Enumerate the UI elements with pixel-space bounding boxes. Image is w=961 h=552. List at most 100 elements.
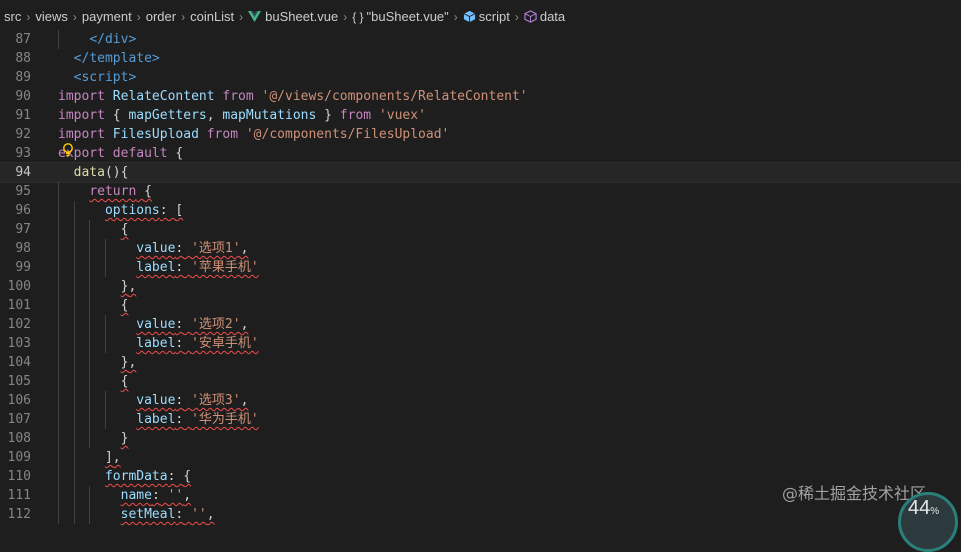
chevron-right-icon: ›	[72, 9, 77, 24]
line-number: 99	[15, 260, 31, 275]
line-number: 94	[15, 165, 31, 180]
code-editor[interactable]: 87 </div> 88 </template> 89 <script> 90 impo…	[0, 30, 961, 524]
breadcrumb-item-views[interactable]: views	[35, 9, 68, 24]
breadcrumb-item-file[interactable]: buSheet.vue	[248, 9, 338, 24]
code-text: setMeal: '',	[120, 507, 215, 522]
chevron-right-icon: ›	[136, 9, 141, 24]
line-number: 92	[15, 127, 31, 142]
line-number: 106	[7, 393, 31, 408]
code-line[interactable]: 104 },	[0, 353, 961, 372]
code-text: }	[120, 431, 129, 446]
line-number: 91	[15, 108, 31, 123]
chevron-right-icon: ›	[181, 9, 186, 24]
line-number: 88	[15, 51, 31, 66]
code-text: {	[120, 374, 129, 389]
code-line[interactable]: 106 value: '选项3',	[0, 391, 961, 410]
line-number: 89	[15, 70, 31, 85]
breadcrumb: src › views › payment › order › coinList…	[0, 0, 961, 33]
chevron-right-icon: ›	[514, 9, 519, 24]
breadcrumb-item-payment[interactable]: payment	[82, 9, 132, 24]
code-line[interactable]: 93 export default {	[0, 144, 961, 163]
code-text: return {	[89, 184, 152, 199]
code-text: value: '选项3',	[136, 393, 249, 408]
gauge-value: 44%	[908, 497, 940, 519]
line-number: 110	[7, 469, 31, 484]
code-text: </div>	[89, 32, 137, 47]
line-number: 98	[15, 241, 31, 256]
code-line[interactable]: 98 value: '选项1',	[0, 239, 961, 258]
code-line[interactable]: 97 {	[0, 220, 961, 239]
chevron-right-icon: ›	[239, 9, 244, 24]
code-line[interactable]: 87 </div>	[0, 30, 961, 49]
code-text: import FilesUpload from '@/components/Fi…	[58, 127, 450, 142]
code-text: value: '选项1',	[136, 241, 249, 256]
code-line[interactable]: 108 }	[0, 429, 961, 448]
breadcrumb-item-script[interactable]: script	[463, 9, 510, 24]
code-text: options: [	[104, 203, 184, 218]
code-line[interactable]: 103 label: '安卓手机'	[0, 334, 961, 353]
breadcrumb-item-data[interactable]: data	[524, 9, 565, 24]
code-line[interactable]: 105 {	[0, 372, 961, 391]
code-line[interactable]: 89 <script>	[0, 68, 961, 87]
code-line[interactable]: 100 },	[0, 277, 961, 296]
code-line[interactable]: 99 label: '苹果手机'	[0, 258, 961, 277]
line-number: 102	[7, 317, 31, 332]
watermark: @稀土掘金技术社区	[782, 484, 927, 503]
breadcrumb-item-coinlist[interactable]: coinList	[190, 9, 234, 24]
line-number: 112	[7, 507, 31, 522]
line-number: 100	[7, 279, 31, 294]
cube-icon	[524, 10, 537, 23]
code-line[interactable]: 91 import { mapGetters, mapMutations } fr…	[0, 106, 961, 125]
code-text: value: '选项2',	[136, 317, 249, 332]
code-text: import RelateContent from '@/views/compo…	[58, 89, 528, 104]
line-number: 104	[7, 355, 31, 370]
vue-icon	[248, 11, 262, 22]
chevron-right-icon: ›	[26, 9, 31, 24]
line-number: 87	[15, 32, 31, 47]
breadcrumb-item-component[interactable]: { } "buSheet.vue"	[352, 9, 449, 24]
code-line[interactable]: 96 options: [	[0, 201, 961, 220]
code-text: formData: {	[104, 469, 192, 484]
code-text: ],	[104, 450, 121, 465]
code-text: name: '',	[120, 488, 192, 503]
code-text: label: '苹果手机'	[136, 260, 259, 275]
cube-icon	[463, 10, 476, 23]
code-line[interactable]: 109 ],	[0, 448, 961, 467]
line-number: 105	[7, 374, 31, 389]
line-number: 97	[15, 222, 31, 237]
line-number: 107	[7, 412, 31, 427]
line-number: 90	[15, 89, 31, 104]
line-number: 93	[15, 146, 31, 161]
code-line[interactable]: 94 data(){	[0, 162, 961, 183]
code-text: data(){	[73, 165, 129, 180]
breadcrumb-item-src[interactable]: src	[4, 9, 21, 24]
code-line[interactable]: 102 value: '选项2',	[0, 315, 961, 334]
braces-icon: { }	[352, 9, 364, 24]
breadcrumb-item-order[interactable]: order	[146, 9, 176, 24]
code-text: },	[120, 355, 137, 370]
code-line[interactable]: 92 import FilesUpload from '@/components/…	[0, 125, 961, 144]
code-line[interactable]: 90 import RelateContent from '@/views/com…	[0, 87, 961, 106]
code-text: },	[120, 279, 137, 294]
chevron-right-icon: ›	[343, 9, 348, 24]
code-line[interactable]: 112 setMeal: '',	[0, 505, 961, 524]
code-line[interactable]: 101 {	[0, 296, 961, 315]
line-number: 108	[7, 431, 31, 446]
code-line[interactable]: 95 return {	[0, 182, 961, 201]
line-number: 96	[15, 203, 31, 218]
code-text: {	[120, 298, 129, 313]
chevron-right-icon: ›	[453, 9, 458, 24]
line-number: 111	[7, 488, 31, 503]
code-line[interactable]: 107 label: '华为手机'	[0, 410, 961, 429]
code-line[interactable]: 88 </template>	[0, 49, 961, 68]
line-number: 101	[7, 298, 31, 313]
code-text: label: '华为手机'	[136, 412, 259, 427]
code-text: {	[120, 222, 129, 237]
code-text: import { mapGetters, mapMutations } from…	[58, 108, 426, 123]
code-text: <script>	[73, 70, 137, 85]
code-text: export default {	[58, 146, 184, 161]
line-number: 103	[7, 336, 31, 351]
code-text: label: '安卓手机'	[136, 336, 259, 351]
lightbulb-icon[interactable]	[62, 143, 74, 157]
line-number: 109	[7, 450, 31, 465]
